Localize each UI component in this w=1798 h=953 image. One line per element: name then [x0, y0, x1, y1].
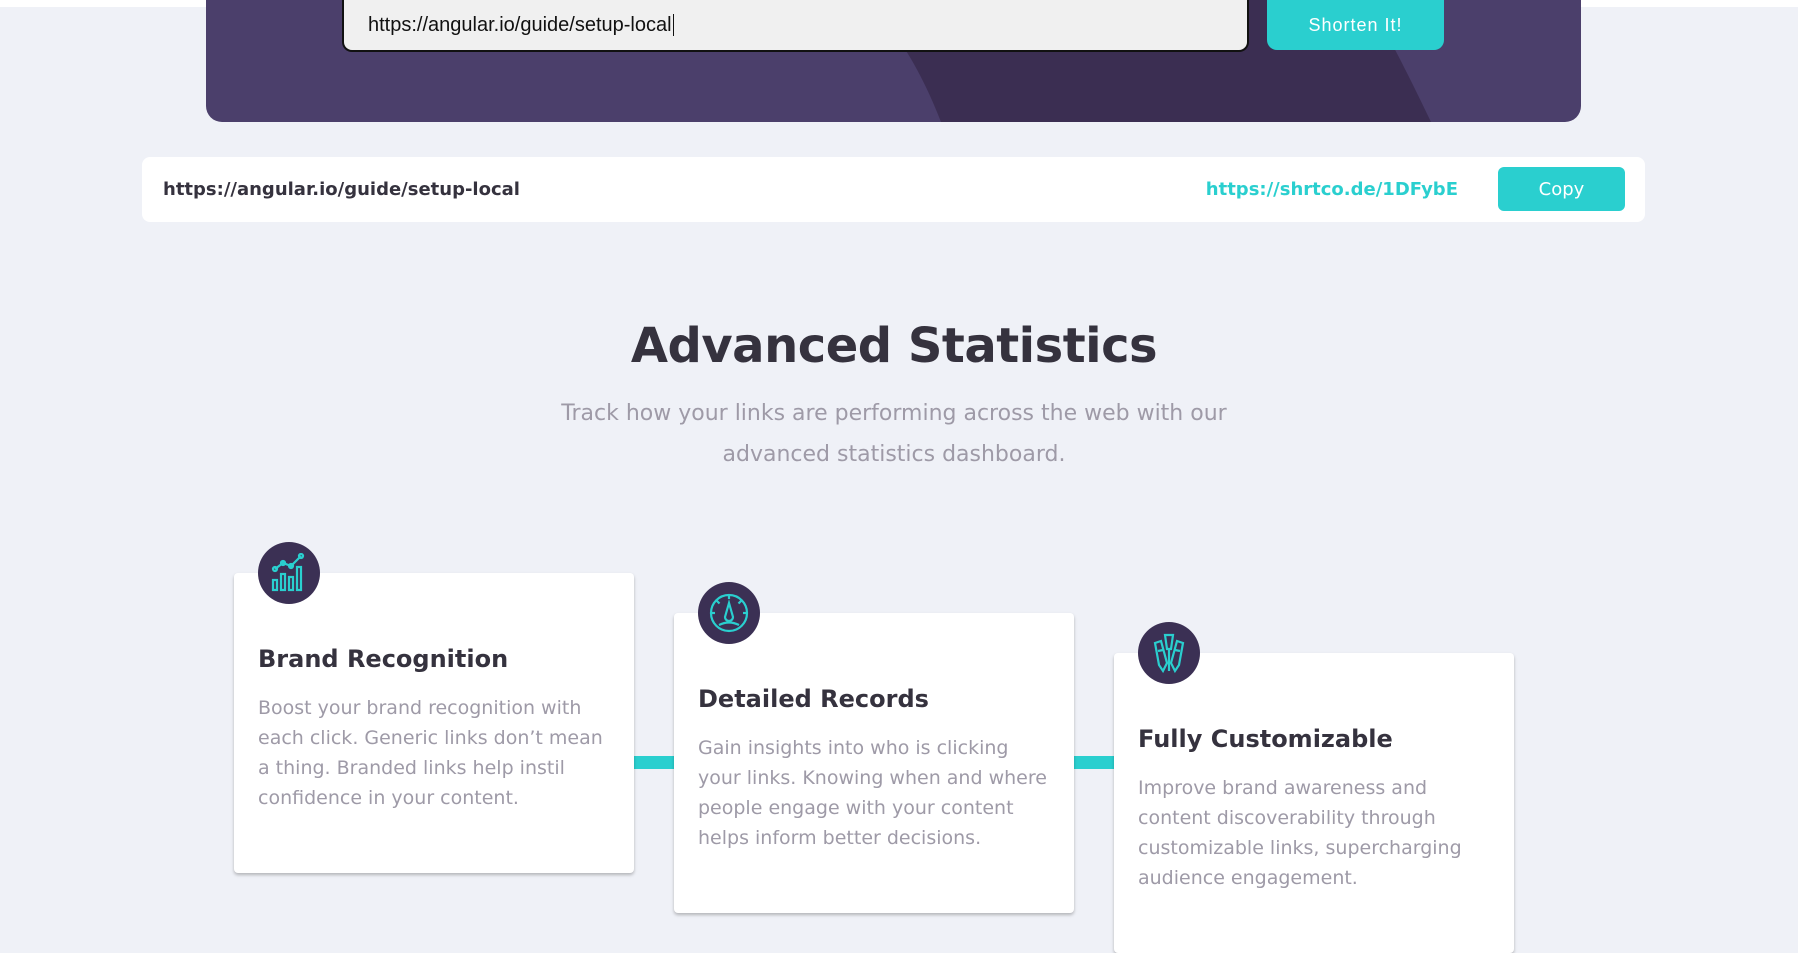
feature-card-text: Improve brand awareness and content disc…	[1138, 777, 1462, 889]
shorten-panel: https://angular.io/guide/setup-local Sho…	[206, 0, 1581, 122]
short-url-link[interactable]: https://shrtco.de/1DFybE	[1206, 157, 1458, 222]
shortened-link-row: https://angular.io/guide/setup-local htt…	[142, 157, 1645, 222]
pens-icon	[1138, 622, 1200, 684]
card-connector	[634, 756, 674, 769]
feature-card-title: Brand Recognition	[258, 645, 509, 673]
feature-card-text: Boost your brand recognition with each c…	[258, 697, 603, 809]
chart-icon	[258, 542, 320, 604]
section-title: Advanced Statistics	[630, 318, 1158, 374]
copy-button[interactable]: Copy	[1498, 167, 1625, 211]
feature-card: Fully Customizable Improve brand awarene…	[1114, 622, 1514, 953]
url-input-value: https://angular.io/guide/setup-local	[368, 13, 672, 36]
shorten-button[interactable]: Shorten It!	[1267, 0, 1444, 50]
feature-card-text: Gain insights into who is clicking your …	[698, 737, 1047, 849]
card-connector	[1074, 756, 1114, 769]
section-subtitle: Track how your links are performing acro…	[561, 401, 1227, 467]
text-caret	[672, 14, 674, 36]
feature-card-title: Detailed Records	[698, 685, 929, 713]
feature-card: Brand Recognition Boost your brand recog…	[234, 542, 634, 873]
gauge-icon	[698, 582, 760, 644]
feature-card-title: Fully Customizable	[1138, 725, 1393, 753]
original-url: https://angular.io/guide/setup-local	[163, 179, 520, 200]
url-input[interactable]: https://angular.io/guide/setup-local	[342, 0, 1249, 52]
feature-card: Detailed Records Gain insights into who …	[674, 582, 1074, 913]
